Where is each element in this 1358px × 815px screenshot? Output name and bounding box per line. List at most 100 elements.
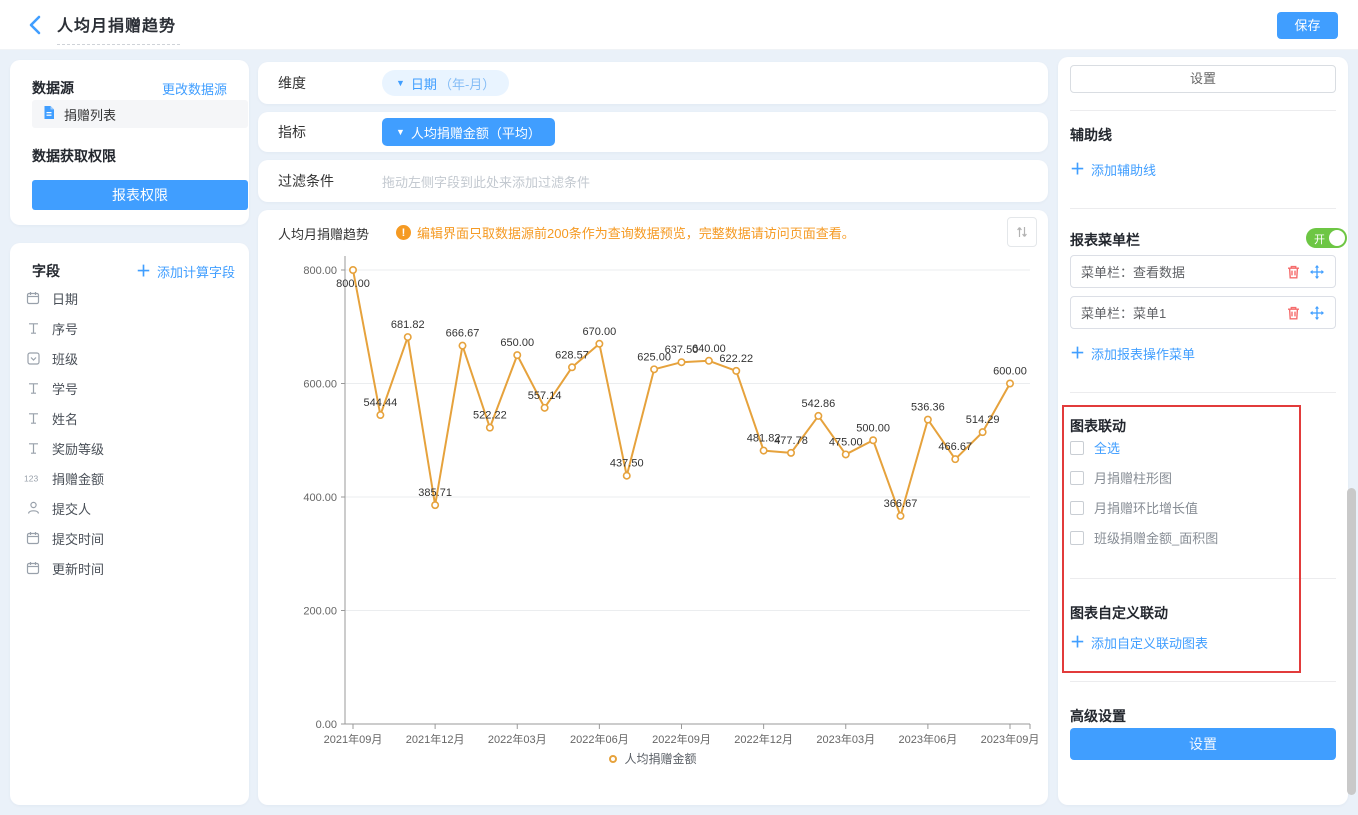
field-list: 日期序号班级学号姓名奖励等级123捐赠金额提交人提交时间更新时间 — [10, 283, 249, 583]
change-datasource-link[interactable]: 更改数据源 — [162, 79, 227, 98]
aux-line-title: 辅助线 — [1070, 125, 1112, 145]
select-all-checkbox-row[interactable]: 全选 — [1070, 438, 1120, 457]
calendar-icon — [24, 291, 42, 305]
field-item[interactable]: 提交人 — [10, 493, 249, 523]
svg-text:2022年03月: 2022年03月 — [488, 732, 547, 746]
field-item-label: 更新时间 — [52, 559, 104, 578]
checkbox-icon[interactable] — [1070, 531, 1084, 545]
svg-text:800.00: 800.00 — [303, 265, 337, 277]
move-icon[interactable] — [1309, 264, 1325, 280]
checkbox-icon[interactable] — [1070, 501, 1084, 515]
metric-label: 指标 — [278, 112, 306, 152]
linkage-option-label[interactable]: 月捐赠环比增长值 — [1094, 498, 1198, 517]
checkbox-icon[interactable] — [1070, 441, 1084, 455]
linkage-option-row[interactable]: 月捐赠柱形图 — [1070, 468, 1172, 487]
field-item[interactable]: 奖励等级 — [10, 433, 249, 463]
scrollbar-thumb[interactable] — [1347, 488, 1356, 795]
chart-title: 人均月捐赠趋势 — [278, 224, 369, 243]
save-button[interactable]: 保存 — [1277, 12, 1338, 39]
svg-text:2023年09月: 2023年09月 — [981, 732, 1040, 746]
checkbox-icon[interactable] — [1070, 471, 1084, 485]
svg-text:437.50: 437.50 — [610, 458, 644, 470]
field-item-label: 序号 — [52, 319, 78, 338]
filter-dropzone[interactable]: 拖动左侧字段到此处来添加过滤条件 — [382, 160, 590, 202]
add-aux-line-link[interactable]: ＋ 添加辅助线 — [1070, 160, 1156, 179]
svg-text:2023年06月: 2023年06月 — [899, 732, 958, 746]
chart-legend[interactable]: 人均捐赠金额 — [258, 750, 1048, 767]
calendar-icon — [24, 561, 42, 575]
metric-pill[interactable]: ▼ 人均捐赠金额（平均） — [382, 118, 555, 146]
dimension-row: 维度 ▼ 日期 （年-月） — [258, 62, 1048, 104]
svg-text:670.00: 670.00 — [583, 326, 617, 338]
select-all-label[interactable]: 全选 — [1094, 438, 1120, 457]
linkage-option-row[interactable]: 班级捐赠金额_面积图 — [1070, 528, 1218, 547]
move-icon[interactable] — [1309, 305, 1325, 321]
filter-label: 过滤条件 — [278, 160, 334, 202]
svg-text:628.57: 628.57 — [555, 349, 589, 361]
dimension-label: 维度 — [278, 62, 306, 104]
select-icon — [24, 352, 42, 365]
top-bar: 人均月捐赠趋势 保存 — [0, 0, 1358, 50]
trend-chart-svg: 0.00200.00400.00600.00800.002021年09月2021… — [258, 250, 1048, 780]
svg-text:477.78: 477.78 — [774, 435, 808, 447]
field-item[interactable]: 学号 — [10, 373, 249, 403]
svg-text:2022年06月: 2022年06月 — [570, 732, 629, 746]
warning-text: 编辑界面只取数据源前200条作为查询数据预览，完整数据请访问页面查看。 — [417, 223, 855, 242]
svg-text:2021年09月: 2021年09月 — [324, 732, 383, 746]
add-calc-field-link[interactable]: ＋ 添加计算字段 — [136, 262, 235, 281]
trash-icon[interactable] — [1285, 305, 1301, 321]
permission-title: 数据获取权限 — [32, 146, 116, 166]
divider — [1070, 578, 1336, 579]
field-item[interactable]: 更新时间 — [10, 553, 249, 583]
svg-text:2022年12月: 2022年12月 — [734, 732, 793, 746]
field-item[interactable]: 123捐赠金额 — [10, 463, 249, 493]
fields-card: 字段 ＋ 添加计算字段 日期序号班级学号姓名奖励等级123捐赠金额提交人提交时间… — [10, 243, 249, 805]
text-icon — [24, 382, 42, 395]
add-custom-linkage-link[interactable]: ＋ 添加自定义联动图表 — [1070, 633, 1208, 652]
svg-text:536.36: 536.36 — [911, 402, 945, 414]
page-title[interactable]: 人均月捐赠趋势 — [57, 12, 180, 45]
svg-text:475.00: 475.00 — [829, 436, 863, 448]
field-item[interactable]: 姓名 — [10, 403, 249, 433]
datasource-item[interactable]: 捐赠列表 — [32, 100, 248, 128]
advanced-settings-button[interactable]: 设置 — [1070, 728, 1336, 760]
menu-item-box[interactable]: 菜单栏：查看数据 — [1070, 255, 1336, 288]
add-report-menu-link[interactable]: ＋ 添加报表操作菜单 — [1070, 344, 1195, 363]
filter-row: 过滤条件 拖动左侧字段到此处来添加过滤条件 — [258, 160, 1048, 202]
field-item[interactable]: 日期 — [10, 283, 249, 313]
menu-item-label: 菜单栏：菜单1 — [1081, 303, 1277, 322]
chart-card: 人均月捐赠趋势 ! 编辑界面只取数据源前200条作为查询数据预览，完整数据请访问… — [258, 210, 1048, 805]
linkage-option-row[interactable]: 月捐赠环比增长值 — [1070, 498, 1198, 517]
linkage-title: 图表联动 — [1070, 416, 1126, 436]
menu-item-box[interactable]: 菜单栏：菜单1 — [1070, 296, 1336, 329]
svg-text:681.82: 681.82 — [391, 319, 425, 331]
chart-settings-button[interactable]: 设置 — [1070, 65, 1336, 93]
svg-text:544.44: 544.44 — [364, 397, 398, 409]
person-icon — [24, 501, 42, 515]
sort-button[interactable] — [1007, 217, 1037, 247]
divider — [1070, 392, 1336, 393]
svg-text:500.00: 500.00 — [856, 422, 890, 434]
menu-item-label: 菜单栏：查看数据 — [1081, 262, 1277, 281]
back-button[interactable] — [24, 13, 48, 37]
svg-text:385.71: 385.71 — [418, 487, 452, 499]
trash-icon[interactable] — [1285, 264, 1301, 280]
linkage-option-label[interactable]: 月捐赠柱形图 — [1094, 468, 1172, 487]
linkage-option-label[interactable]: 班级捐赠金额_面积图 — [1094, 528, 1218, 547]
datasource-item-label: 捐赠列表 — [64, 105, 116, 124]
toggle-on-label: 开 — [1314, 231, 1325, 247]
text-icon — [24, 412, 42, 425]
field-item[interactable]: 序号 — [10, 313, 249, 343]
field-item[interactable]: 班级 — [10, 343, 249, 373]
text-icon — [24, 322, 42, 335]
svg-text:800.00: 800.00 — [336, 278, 370, 290]
svg-text:2023年03月: 2023年03月 — [816, 732, 875, 746]
svg-text:400.00: 400.00 — [303, 492, 337, 504]
dimension-pill[interactable]: ▼ 日期 （年-月） — [382, 70, 509, 96]
advanced-title: 高级设置 — [1070, 706, 1126, 726]
menu-bar-toggle[interactable]: 开 — [1306, 228, 1347, 248]
legend-marker-icon — [609, 755, 617, 763]
field-item[interactable]: 提交时间 — [10, 523, 249, 553]
field-item-label: 班级 — [52, 349, 78, 368]
report-permission-button[interactable]: 报表权限 — [32, 180, 248, 210]
